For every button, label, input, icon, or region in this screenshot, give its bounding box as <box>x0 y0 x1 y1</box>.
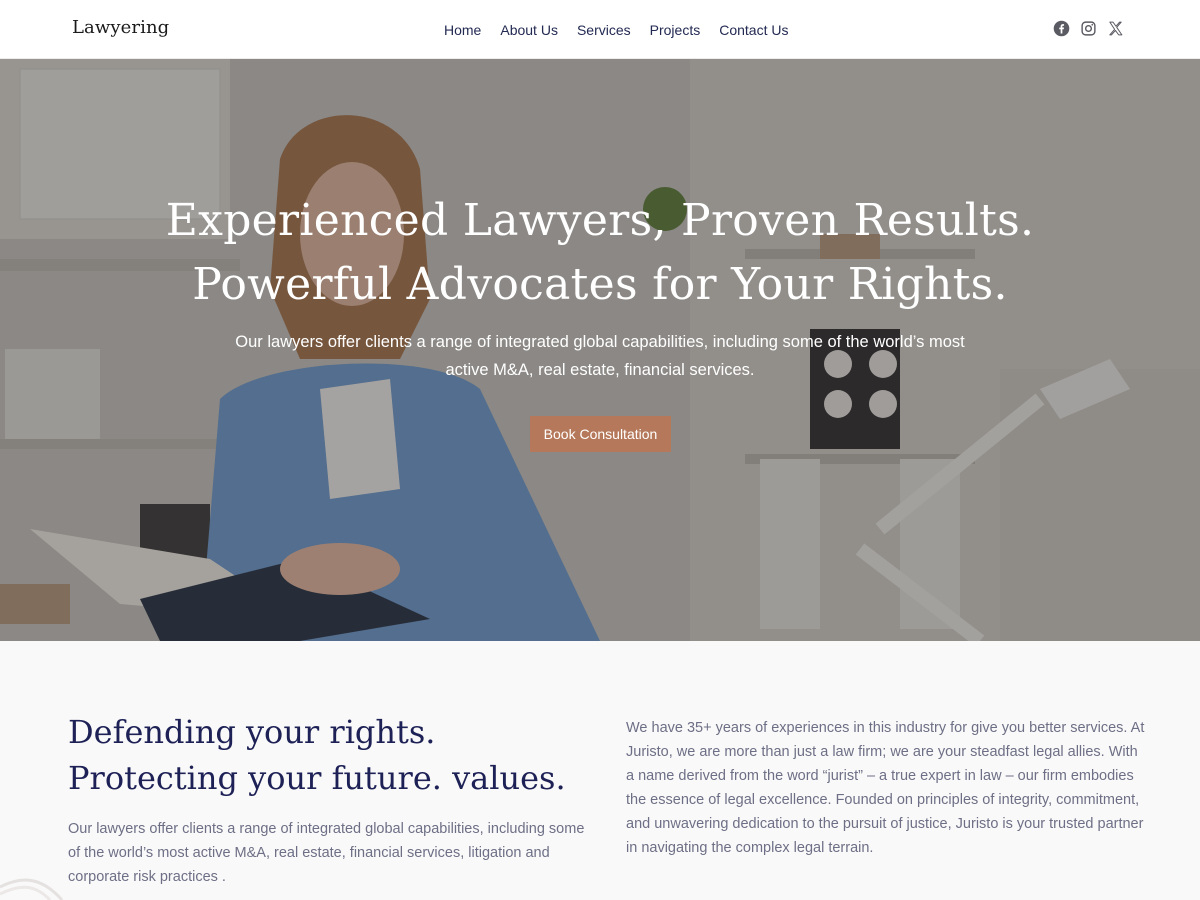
nav-home[interactable]: Home <box>444 20 481 40</box>
nav-services[interactable]: Services <box>577 20 631 40</box>
x-icon[interactable] <box>1107 20 1124 37</box>
nav-about-us[interactable]: About Us <box>500 20 558 40</box>
instagram-icon[interactable] <box>1080 20 1097 37</box>
about-section: Defending your rights. Protecting your f… <box>0 641 1200 900</box>
about-right-text: We have 35+ years of experiences in this… <box>626 720 1145 856</box>
about-left-text: Our lawyers offer clients a range of int… <box>68 821 585 885</box>
decorative-pattern <box>0 878 64 900</box>
hero-title-line2: Powerful Advocates for Your Rights. <box>192 259 1008 310</box>
site-logo[interactable]: Lawyering <box>72 17 169 38</box>
hero-title-line1: Experienced Lawyers, Proven Results. <box>165 195 1035 246</box>
hero-subtitle: Our lawyers offer clients a range of int… <box>235 333 965 379</box>
social-links <box>1053 20 1124 37</box>
nav-contact-us[interactable]: Contact Us <box>719 20 788 40</box>
nav-projects[interactable]: Projects <box>650 20 701 40</box>
about-heading: Defending your rights. Protecting your f… <box>68 713 566 797</box>
hero-section: Experienced Lawyers, Proven Results. Pow… <box>0 59 1200 641</box>
main-nav: Home About Us Services Projects Contact … <box>444 20 807 40</box>
book-consultation-button[interactable]: Book Consultation <box>530 416 671 452</box>
facebook-icon[interactable] <box>1053 20 1070 37</box>
site-header: Lawyering Home About Us Services Project… <box>0 0 1200 59</box>
